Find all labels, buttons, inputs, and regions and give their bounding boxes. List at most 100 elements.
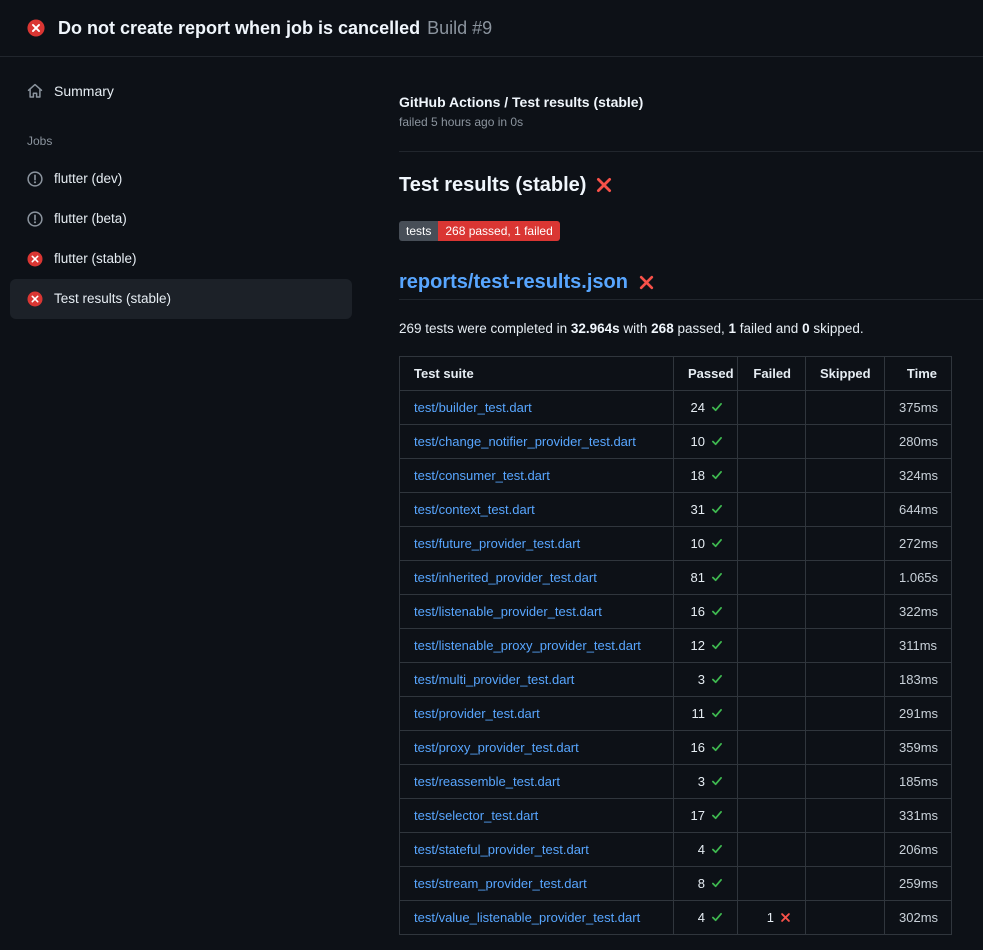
passed-cell: 31 xyxy=(674,493,738,527)
skipped-cell xyxy=(806,527,885,561)
passed-cell: 18 xyxy=(674,459,738,493)
failed-cell xyxy=(738,459,806,493)
table-row: test/context_test.dart 31 644ms xyxy=(400,493,952,527)
check-icon xyxy=(711,435,723,447)
failed-circle-icon xyxy=(27,19,45,37)
sidebar-summary-label: Summary xyxy=(54,81,114,101)
failed-cell xyxy=(738,833,806,867)
alert-circle-icon xyxy=(27,171,43,187)
test-suite-link[interactable]: test/consumer_test.dart xyxy=(414,468,550,483)
fail-x-icon xyxy=(780,912,791,923)
skipped-cell xyxy=(806,765,885,799)
table-row: test/reassemble_test.dart 3 185ms xyxy=(400,765,952,799)
sidebar-job-item[interactable]: flutter (dev) xyxy=(10,159,352,199)
check-icon xyxy=(711,503,723,515)
table-row: test/builder_test.dart 24 375ms xyxy=(400,391,952,425)
fail-x-icon xyxy=(595,176,613,194)
failed-cell xyxy=(738,493,806,527)
passed-cell: 81 xyxy=(674,561,738,595)
test-suite-link[interactable]: test/multi_provider_test.dart xyxy=(414,672,574,687)
time-cell: 311ms xyxy=(885,629,952,663)
skipped-cell xyxy=(806,629,885,663)
check-icon xyxy=(711,571,723,583)
skipped-cell xyxy=(806,799,885,833)
check-icon xyxy=(711,605,723,617)
check-icon xyxy=(711,469,723,481)
failed-cell: 1 xyxy=(738,901,806,935)
jobs-list: flutter (dev) flutter (beta) flutter (st… xyxy=(0,159,399,319)
passed-cell: 11 xyxy=(674,697,738,731)
report-heading: reports/test-results.json xyxy=(399,269,983,295)
section-title: Test results (stable) xyxy=(399,173,951,197)
table-row: test/stateful_provider_test.dart 4 206ms xyxy=(400,833,952,867)
failed-cell xyxy=(738,663,806,697)
sidebar-job-item[interactable]: Test results (stable) xyxy=(10,279,352,319)
time-cell: 291ms xyxy=(885,697,952,731)
check-icon xyxy=(711,707,723,719)
time-cell: 1.065s xyxy=(885,561,952,595)
badge-value: 268 passed, 1 failed xyxy=(438,221,559,241)
sidebar-job-item[interactable]: flutter (stable) xyxy=(10,239,352,279)
skipped-cell xyxy=(806,833,885,867)
test-suite-link[interactable]: test/value_listenable_provider_test.dart xyxy=(414,910,640,925)
test-suite-link[interactable]: test/context_test.dart xyxy=(414,502,535,517)
job-report-panel: GitHub Actions / Test results (stable) f… xyxy=(399,57,983,935)
table-row: test/multi_provider_test.dart 3 183ms xyxy=(400,663,952,697)
time-cell: 331ms xyxy=(885,799,952,833)
time-cell: 324ms xyxy=(885,459,952,493)
test-suite-link[interactable]: test/provider_test.dart xyxy=(414,706,540,721)
time-cell: 375ms xyxy=(885,391,952,425)
time-cell: 272ms xyxy=(885,527,952,561)
passed-cell: 17 xyxy=(674,799,738,833)
test-suite-link[interactable]: test/listenable_provider_test.dart xyxy=(414,604,602,619)
check-icon xyxy=(711,877,723,889)
check-icon xyxy=(711,673,723,685)
table-row: test/consumer_test.dart 18 324ms xyxy=(400,459,952,493)
check-icon xyxy=(711,775,723,787)
column-header-passed: Passed xyxy=(674,357,738,391)
table-row: test/provider_test.dart 11 291ms xyxy=(400,697,952,731)
test-suite-link[interactable]: test/proxy_provider_test.dart xyxy=(414,740,579,755)
test-suite-link[interactable]: test/listenable_proxy_provider_test.dart xyxy=(414,638,641,653)
column-header-time: Time xyxy=(885,357,952,391)
test-suite-link[interactable]: test/stream_provider_test.dart xyxy=(414,876,587,891)
sidebar-job-item[interactable]: flutter (beta) xyxy=(10,199,352,239)
time-cell: 302ms xyxy=(885,901,952,935)
test-suite-link[interactable]: test/stateful_provider_test.dart xyxy=(414,842,589,857)
fail-x-icon xyxy=(638,274,655,291)
table-row: test/future_provider_test.dart 10 272ms xyxy=(400,527,952,561)
build-page: Do not create report when job is cancell… xyxy=(0,0,983,935)
failed-cell xyxy=(738,697,806,731)
tests-summary-line: 269 tests were completed in 32.964s with… xyxy=(399,320,951,338)
test-suite-link[interactable]: test/builder_test.dart xyxy=(414,400,532,415)
sidebar-item-summary[interactable]: Summary xyxy=(0,73,399,109)
x-circle-icon xyxy=(27,291,43,307)
failed-cell xyxy=(738,731,806,765)
table-row: test/proxy_provider_test.dart 16 359ms xyxy=(400,731,952,765)
skipped-cell xyxy=(806,391,885,425)
failed-cell xyxy=(738,867,806,901)
report-heading-wrap: reports/test-results.json xyxy=(399,269,983,300)
report-file-link[interactable]: reports/test-results.json xyxy=(399,269,628,295)
time-cell: 185ms xyxy=(885,765,952,799)
test-suite-link[interactable]: test/reassemble_test.dart xyxy=(414,774,560,789)
check-icon xyxy=(711,741,723,753)
time-cell: 206ms xyxy=(885,833,952,867)
skipped-cell xyxy=(806,731,885,765)
test-suite-link[interactable]: test/inherited_provider_test.dart xyxy=(414,570,597,585)
x-circle-icon xyxy=(27,251,43,267)
skipped-cell xyxy=(806,425,885,459)
time-cell: 359ms xyxy=(885,731,952,765)
skipped-cell xyxy=(806,493,885,527)
passed-cell: 16 xyxy=(674,595,738,629)
test-suite-link[interactable]: test/change_notifier_provider_test.dart xyxy=(414,434,636,449)
jobs-section-label: Jobs xyxy=(0,133,399,149)
table-row: test/listenable_provider_test.dart 16 32… xyxy=(400,595,952,629)
test-suite-link[interactable]: test/selector_test.dart xyxy=(414,808,538,823)
test-suite-link[interactable]: test/future_provider_test.dart xyxy=(414,536,580,551)
failed-cell xyxy=(738,527,806,561)
passed-cell: 3 xyxy=(674,663,738,697)
table-row: test/listenable_proxy_provider_test.dart… xyxy=(400,629,952,663)
check-icon xyxy=(711,843,723,855)
passed-cell: 10 xyxy=(674,527,738,561)
